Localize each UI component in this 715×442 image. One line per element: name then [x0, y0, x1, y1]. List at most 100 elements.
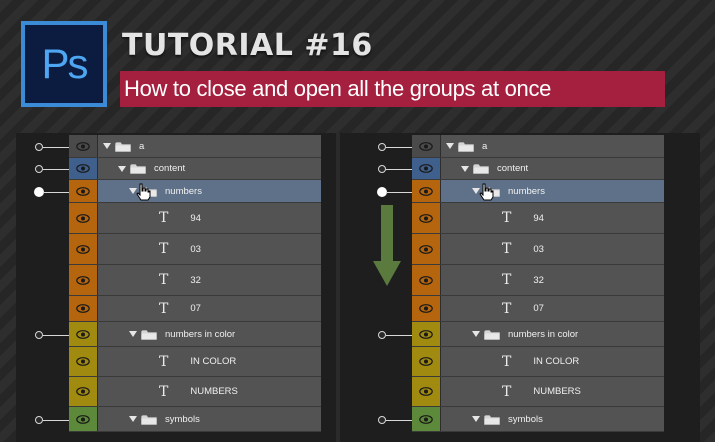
triangle-down-icon[interactable]: [472, 416, 480, 422]
type-layer-icon: T: [502, 241, 512, 257]
layer-name: 07: [533, 303, 544, 314]
layer-row[interactable]: T 03: [412, 234, 664, 265]
triangle-down-icon[interactable]: [446, 143, 454, 149]
type-layer-icon: T: [502, 300, 512, 317]
layer-name: content: [497, 163, 529, 174]
group-connector-dot: [378, 142, 386, 151]
eye-icon[interactable]: [412, 296, 441, 321]
layer-row[interactable]: T 07: [412, 296, 664, 322]
type-layer-icon: T: [502, 383, 512, 400]
layer-name: symbols: [508, 413, 543, 425]
type-layer-icon: T: [159, 241, 169, 257]
eye-icon[interactable]: [412, 265, 441, 295]
eye-icon[interactable]: [69, 265, 98, 295]
eye-icon[interactable]: [69, 407, 98, 431]
layer-name: 03: [190, 243, 201, 255]
eye-icon[interactable]: [412, 135, 441, 157]
group-connector-line: [43, 334, 69, 336]
eye-icon[interactable]: [412, 234, 441, 264]
eye-icon[interactable]: [412, 407, 441, 431]
eye-icon[interactable]: [412, 347, 441, 376]
arrow-down-icon: [373, 205, 401, 286]
triangle-down-icon[interactable]: [129, 416, 137, 422]
layer-name: content: [154, 163, 186, 174]
layer-row[interactable]: T 32: [69, 265, 321, 296]
folder-icon: [458, 141, 474, 152]
eye-icon[interactable]: [412, 203, 441, 233]
group-connector-dot: [378, 330, 386, 339]
eye-icon[interactable]: [69, 158, 98, 179]
folder-icon: [473, 164, 489, 174]
layer-name: 03: [533, 243, 544, 255]
layer-name: a: [482, 140, 488, 152]
layer-row[interactable]: T 94: [412, 203, 664, 234]
eye-icon[interactable]: [69, 377, 98, 406]
triangle-down-icon[interactable]: [118, 165, 126, 172]
layer-row[interactable]: content: [69, 158, 321, 180]
eye-icon[interactable]: [69, 180, 98, 202]
group-connector-dot: [35, 142, 43, 151]
layer-name: 94: [190, 212, 201, 224]
layer-row[interactable]: numbers in color: [69, 322, 321, 347]
layer-name: a: [139, 140, 145, 152]
layer-row[interactable]: T IN COLOR: [412, 347, 664, 377]
layer-row[interactable]: T NUMBERS: [412, 377, 664, 407]
triangle-down-icon[interactable]: [129, 331, 137, 337]
group-connector-line: [386, 334, 412, 336]
group-connector-dot: [35, 165, 43, 173]
layer-row[interactable]: T 03: [69, 234, 321, 265]
triangle-down-icon[interactable]: [472, 331, 480, 337]
layer-row[interactable]: T 32: [412, 265, 664, 296]
folder-icon: [141, 414, 157, 425]
group-connector-line: [386, 191, 412, 193]
type-layer-icon: T: [159, 353, 169, 370]
eye-icon[interactable]: [412, 180, 441, 202]
layers-panel-after: a content numbers T 94 T 03 T 32 T 07 numbers in co…: [412, 135, 664, 442]
tutorial-title: TUTORIAL #16: [122, 28, 373, 63]
panel-divider: [336, 133, 340, 442]
photoshop-logo: Ps: [21, 21, 107, 107]
eye-icon[interactable]: [412, 158, 441, 179]
group-connector-line: [43, 191, 69, 193]
layer-row[interactable]: T IN COLOR: [69, 347, 321, 377]
eye-icon[interactable]: [412, 377, 441, 406]
group-connector-line: [43, 146, 69, 148]
layer-name: symbols: [165, 413, 200, 425]
layer-row[interactable]: T NUMBERS: [69, 377, 321, 407]
eye-icon[interactable]: [69, 234, 98, 264]
layer-row[interactable]: T 94: [69, 203, 321, 234]
layer-name: IN COLOR: [533, 356, 580, 367]
group-connector-dot: [35, 330, 43, 339]
type-layer-icon: T: [159, 210, 169, 226]
layer-name: 07: [190, 303, 201, 314]
layer-row[interactable]: symbols: [69, 407, 321, 432]
layer-row[interactable]: symbols: [412, 407, 664, 432]
folder-icon: [484, 414, 500, 425]
eye-icon[interactable]: [69, 135, 98, 157]
layer-name: numbers in color: [165, 328, 236, 340]
layer-row[interactable]: numbers: [69, 180, 321, 203]
triangle-down-icon[interactable]: [103, 143, 111, 149]
layer-row[interactable]: a: [69, 135, 321, 158]
layer-row[interactable]: T 07: [69, 296, 321, 322]
eye-icon[interactable]: [412, 322, 441, 346]
folder-icon: [115, 141, 131, 152]
layer-name: numbers: [165, 185, 202, 197]
eye-icon[interactable]: [69, 296, 98, 321]
layer-row[interactable]: numbers: [412, 180, 664, 203]
type-layer-icon: T: [502, 210, 512, 226]
eye-icon[interactable]: [69, 347, 98, 376]
subtitle-text: How to close and open all the groups at …: [124, 76, 552, 101]
layer-row[interactable]: a: [412, 135, 664, 158]
group-connector-line: [43, 419, 69, 421]
group-connector-dot: [35, 415, 43, 424]
group-connector-line: [386, 169, 412, 170]
layer-name: 94: [533, 212, 544, 224]
eye-icon[interactable]: [69, 322, 98, 346]
eye-icon[interactable]: [69, 203, 98, 233]
group-connector-dot: [378, 165, 386, 173]
triangle-down-icon[interactable]: [461, 165, 469, 172]
layer-row[interactable]: numbers in color: [412, 322, 664, 347]
layer-row[interactable]: content: [412, 158, 664, 180]
subtitle-banner: How to close and open all the groups at …: [120, 71, 665, 107]
